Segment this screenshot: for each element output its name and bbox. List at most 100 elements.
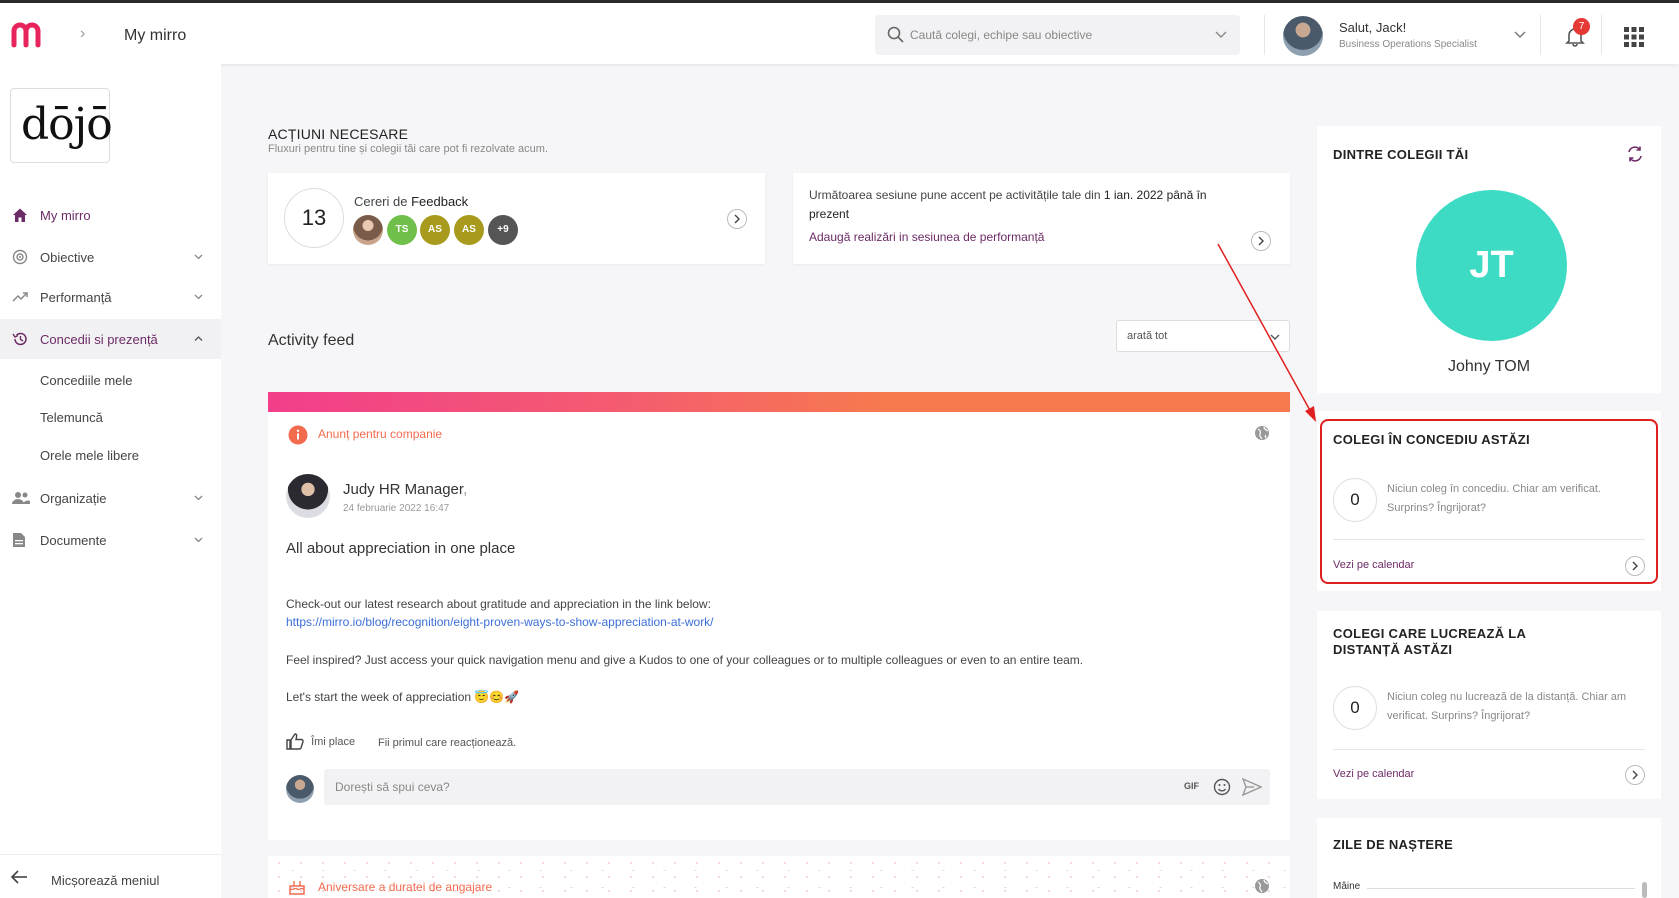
globe-icon: [1255, 426, 1269, 440]
sidebar: dōjō My mirro Obiective Performanță Conc…: [0, 64, 221, 898]
apps-grid-icon[interactable]: [1624, 27, 1644, 47]
company-logo: dōjō: [10, 88, 113, 163]
sidebar-item-performanta[interactable]: Performanță: [0, 277, 221, 317]
history-icon: [12, 332, 27, 346]
sidebar-subitem-orele-libere[interactable]: Orele mele libere: [40, 448, 139, 463]
info-icon: [288, 425, 308, 445]
post-tag: Aniversare a duratei de angajare: [318, 880, 493, 894]
header-divider: [1264, 15, 1265, 55]
chevron-down-icon: [194, 537, 203, 543]
sidebar-item-concedii[interactable]: Concedii si prezență: [0, 319, 221, 359]
scrollbar-thumb[interactable]: [1642, 882, 1647, 898]
chevron-right-icon: [1632, 770, 1638, 780]
card-divider: [1333, 749, 1645, 750]
card-divider: [1367, 888, 1635, 889]
sidebar-subitem-telemunca[interactable]: Telemuncă: [40, 410, 103, 425]
comment-input[interactable]: Dorești să spui ceva? GIF: [324, 769, 1270, 805]
chevron-down-icon[interactable]: [1214, 27, 1228, 41]
gif-button[interactable]: GIF: [1184, 781, 1199, 791]
sidebar-item-documente[interactable]: Documente: [0, 520, 221, 560]
breadcrumb-chevron-icon: ›: [80, 25, 86, 42]
post-date: 24 februarie 2022 16:47: [343, 503, 450, 514]
user-greeting: Salut, Jack!: [1339, 20, 1407, 35]
post-paragraph: Check-out our latest research about grat…: [286, 597, 711, 611]
remote-empty-text: Niciun coleg nu lucrează de la distanță.…: [1387, 691, 1627, 722]
notification-badge: 7: [1573, 18, 1590, 35]
chevron-down-icon: [194, 495, 203, 501]
sidebar-item-obiective[interactable]: Obiective: [0, 237, 221, 277]
like-hint: Fii primul care reacționează.: [378, 737, 517, 749]
colleagues-title: DINTRE COLEGII TĂI: [1333, 147, 1469, 162]
chevron-down-icon: [1270, 334, 1280, 340]
trend-icon: [12, 292, 28, 302]
avatar-more[interactable]: +9: [488, 215, 518, 245]
search-icon: [887, 26, 904, 43]
performance-session-card[interactable]: Următoarea sesiune pune accent pe activi…: [793, 173, 1290, 264]
chevron-right-icon: [734, 214, 740, 224]
session-text: Următoarea sesiune pune accent pe activi…: [809, 188, 1207, 221]
post-header-bar: [268, 392, 1290, 412]
emoji-icon[interactable]: [1213, 778, 1231, 796]
annotation-highlight-box: [1320, 419, 1658, 584]
arrow-left-icon: [10, 870, 27, 884]
thumbs-up-icon: [286, 733, 304, 750]
avatar[interactable]: TS: [387, 215, 417, 245]
remote-calendar-link[interactable]: Vezi pe calendar: [1333, 768, 1414, 780]
author-name[interactable]: Judy HR Manager,: [343, 481, 467, 498]
sidebar-item-my-mirro[interactable]: My mirro: [0, 195, 221, 235]
post-title: All about appreciation in one place: [286, 540, 516, 557]
colleague-avatar[interactable]: JT: [1416, 190, 1567, 341]
post-tag: Anunț pentru companie: [318, 427, 443, 441]
target-icon: [12, 249, 28, 265]
user-avatar[interactable]: [1283, 16, 1323, 56]
post-paragraph: Feel inspired? Just access your quick na…: [286, 653, 1084, 667]
post-link[interactable]: https://mirro.io/blog/recognition/eight-…: [286, 615, 714, 629]
feedback-count: 13: [284, 188, 344, 248]
sidebar-subitem-concediile-mele[interactable]: Concediile mele: [40, 373, 133, 388]
like-button[interactable]: Îmi place: [286, 733, 355, 750]
remote-today-card: COLEGI CARE LUCREAZĂ LA DISTANȚĂ ASTĂZI 0…: [1317, 611, 1661, 799]
announcement-post: Anunț pentru companie Judy HR Manager, 2…: [268, 392, 1290, 840]
feed-filter-select[interactable]: arată tot: [1116, 320, 1290, 352]
chevron-down-icon: [194, 254, 203, 260]
header-divider: [1540, 15, 1541, 55]
feedback-open-button[interactable]: [727, 209, 747, 229]
remote-count: 0: [1333, 686, 1377, 730]
collapse-menu-button[interactable]: Micșorează meniul: [0, 854, 221, 898]
comment-avatar: [286, 775, 314, 803]
top-bar: › My mirro Caută colegi, echipe sau obie…: [0, 3, 1679, 64]
mirro-logo-icon[interactable]: [10, 21, 46, 49]
actions-title: ACȚIUNI NECESARE: [268, 126, 409, 142]
user-menu-chevron-icon[interactable]: [1513, 27, 1527, 41]
home-icon: [13, 208, 27, 222]
sidebar-item-organizatie[interactable]: Organizație: [0, 478, 221, 518]
post-paragraph: Let's start the week of appreciation 😇😊🚀: [286, 690, 520, 704]
session-open-button[interactable]: [1251, 231, 1271, 251]
user-job-title: Business Operations Specialist: [1339, 39, 1477, 50]
colleague-name[interactable]: Johny TOM: [1317, 358, 1661, 376]
colleagues-card: DINTRE COLEGII TĂI JT Johny TOM: [1317, 126, 1661, 393]
search-placeholder: Caută colegi, echipe sau obiective: [910, 28, 1093, 42]
remote-calendar-button[interactable]: [1625, 765, 1645, 785]
cake-icon: [289, 881, 305, 895]
avatar[interactable]: AS: [420, 215, 450, 245]
birthdays-title: ZILE DE NAȘTERE: [1333, 837, 1454, 852]
add-achievements-link[interactable]: Adaugă realizări in sesiunea de performa…: [809, 230, 1044, 244]
search-input[interactable]: Caută colegi, echipe sau obiective: [875, 15, 1240, 55]
avatar[interactable]: [353, 215, 383, 245]
chevron-up-icon: [194, 336, 203, 341]
send-icon[interactable]: [1242, 778, 1262, 796]
globe-icon: [1255, 879, 1269, 893]
birthdays-card: ZILE DE NAȘTERE Mâine: [1317, 818, 1661, 898]
header-divider: [1601, 15, 1602, 55]
author-avatar[interactable]: [286, 474, 330, 518]
avatar[interactable]: AS: [454, 215, 484, 245]
actions-subtitle: Fluxuri pentru tine și colegii tăi care …: [268, 143, 549, 155]
activity-feed-title: Activity feed: [268, 332, 355, 349]
refresh-icon[interactable]: [1626, 145, 1644, 163]
chevron-right-icon: [1258, 236, 1264, 246]
feedback-requests-card[interactable]: 13 Cereri de Feedback TS AS AS +9: [268, 173, 765, 264]
birthdays-first-label: Mâine: [1333, 881, 1361, 892]
remote-today-title: COLEGI CARE LUCREAZĂ LA DISTANȚĂ ASTĂZI: [1333, 626, 1527, 657]
document-icon: [13, 533, 25, 547]
